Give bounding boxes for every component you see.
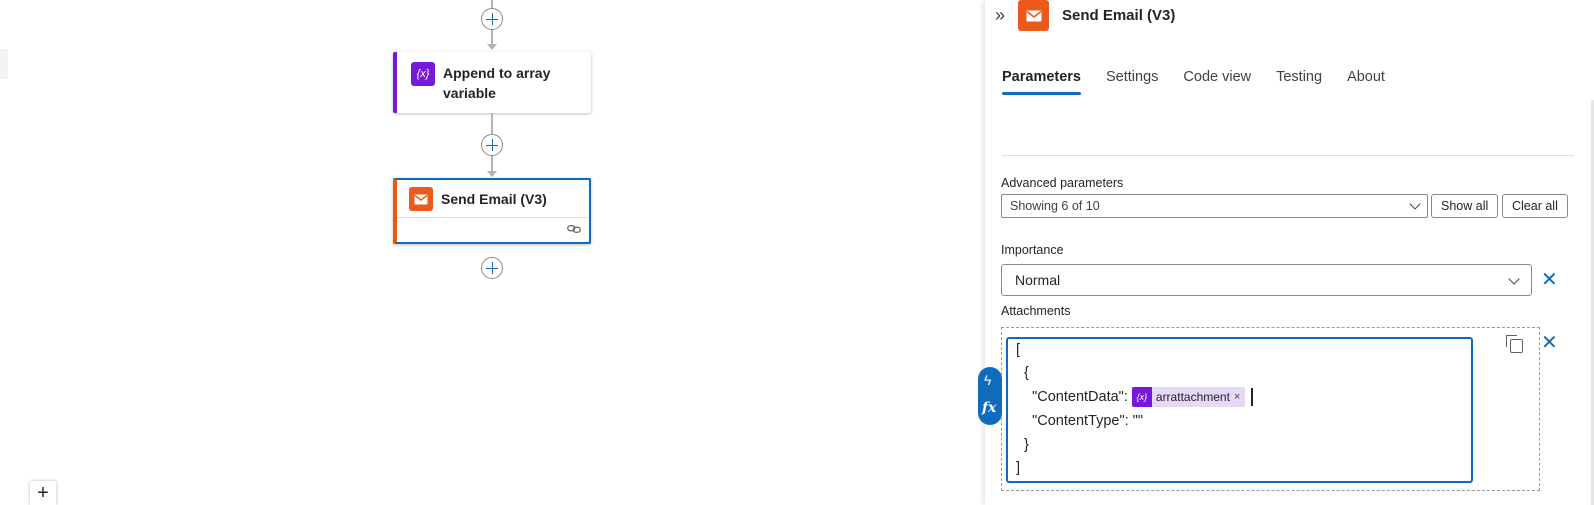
email-icon bbox=[1018, 0, 1049, 31]
variable-token[interactable]: {x} arrattachment × bbox=[1131, 386, 1246, 408]
panel-tabs: Parameters Settings Code view Testing Ab… bbox=[1002, 69, 1410, 95]
section-divider bbox=[1002, 155, 1574, 156]
node-append-to-array[interactable]: {x} Append to array variable bbox=[393, 52, 591, 113]
node-divider bbox=[397, 217, 589, 218]
action-details-panel: » Send Email (V3) Parameters Settings Co… bbox=[978, 0, 1594, 505]
advanced-parameters-dropdown[interactable]: Showing 6 of 10 bbox=[1001, 194, 1428, 218]
collapse-panel-icon[interactable]: » bbox=[995, 5, 1005, 26]
code-line: "ContentType": "" bbox=[1016, 413, 1143, 429]
code-line: } bbox=[1016, 437, 1029, 453]
insert-step-button[interactable] bbox=[481, 134, 503, 156]
clear-all-button[interactable]: Clear all bbox=[1502, 194, 1568, 218]
code-line: "ContentData": {x} arrattachment × bbox=[1016, 386, 1253, 408]
node-send-email[interactable]: Send Email (V3) bbox=[393, 178, 591, 244]
code-line: { bbox=[1016, 365, 1029, 381]
tab-settings[interactable]: Settings bbox=[1106, 69, 1158, 95]
dropdown-value: Normal bbox=[1015, 272, 1061, 288]
remove-token-icon[interactable]: × bbox=[1234, 386, 1240, 408]
code-line: ] bbox=[1016, 460, 1021, 476]
variable-icon: {x} bbox=[411, 62, 435, 86]
attachments-label: Attachments bbox=[1001, 304, 1071, 318]
dynamic-content-icon[interactable]: ϟ bbox=[984, 372, 991, 388]
email-icon bbox=[409, 187, 433, 211]
zoom-in-button[interactable]: + bbox=[30, 481, 56, 505]
copy-icon[interactable] bbox=[1506, 335, 1523, 353]
variable-icon: {x} bbox=[1131, 387, 1152, 408]
advanced-parameters-label: Advanced parameters bbox=[1001, 176, 1124, 190]
insert-step-button[interactable] bbox=[481, 257, 503, 279]
canvas-edge-panel bbox=[0, 49, 8, 79]
token-label: arrattachment bbox=[1155, 390, 1230, 405]
remove-attachments-button[interactable]: ✕ bbox=[1541, 333, 1558, 353]
expression-icon[interactable]: fx bbox=[982, 400, 996, 416]
chevron-down-icon bbox=[1508, 273, 1520, 285]
chevron-down-icon bbox=[1409, 198, 1421, 210]
tab-testing[interactable]: Testing bbox=[1276, 69, 1322, 95]
tab-parameters[interactable]: Parameters bbox=[1002, 69, 1081, 95]
show-all-button[interactable]: Show all bbox=[1431, 194, 1499, 218]
arrow-head bbox=[487, 171, 497, 177]
arrow-head bbox=[487, 44, 497, 50]
importance-label: Importance bbox=[1001, 243, 1064, 257]
code-line: [ bbox=[1016, 342, 1021, 358]
token-picker-pill: ϟ fx bbox=[978, 367, 1002, 425]
link-icon[interactable] bbox=[567, 223, 581, 237]
remove-importance-button[interactable]: ✕ bbox=[1541, 270, 1558, 290]
tab-code-view[interactable]: Code view bbox=[1183, 69, 1251, 95]
node-title: Append to array variable bbox=[443, 65, 551, 101]
node-title: Send Email (V3) bbox=[441, 191, 547, 207]
text-caret bbox=[1251, 388, 1253, 407]
insert-step-button[interactable] bbox=[481, 8, 503, 30]
panel-title[interactable]: Send Email (V3) bbox=[1062, 7, 1175, 24]
tab-about[interactable]: About bbox=[1347, 69, 1385, 95]
designer-canvas[interactable]: {x} Append to array variable Send Email … bbox=[0, 0, 985, 505]
attachments-editor[interactable]: [ { "ContentData": {x} arrattachment × "Co… bbox=[1006, 337, 1473, 483]
dropdown-value: Showing 6 of 10 bbox=[1010, 199, 1100, 213]
importance-dropdown[interactable]: Normal bbox=[1001, 264, 1532, 296]
code-text: "ContentData": bbox=[1016, 389, 1132, 405]
